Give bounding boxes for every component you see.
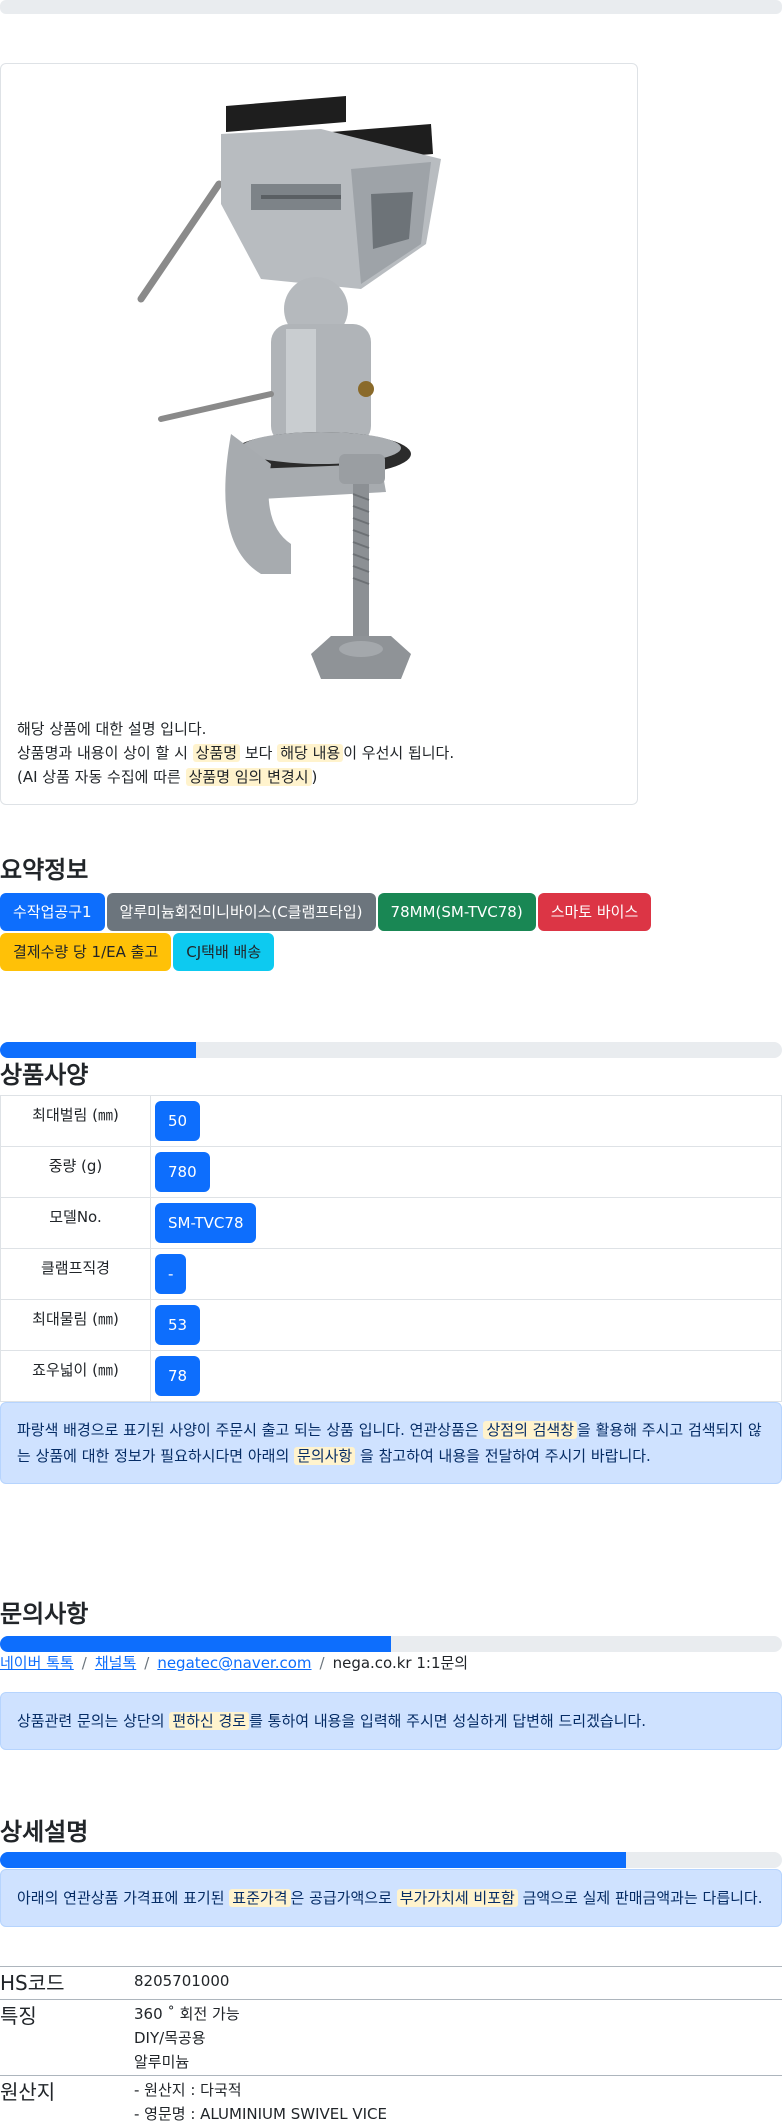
highlight: 편하신 경로 — [169, 1712, 250, 1730]
progress-fill — [0, 1636, 391, 1652]
site-inquiry-text: nega.co.kr 1:1문의 — [332, 1654, 469, 1672]
origin-label: 원산지 — [0, 2080, 56, 2104]
summary-badge: 스마토 바이스 — [537, 893, 652, 931]
spec-value: 780 — [155, 1152, 210, 1192]
progress-fill — [0, 1852, 626, 1868]
table-row: 모델No. SM-TVC78 — [0, 1197, 782, 1249]
detail-progress-bar — [0, 1852, 782, 1868]
hs-code-value: 8205701000 — [134, 1972, 230, 1990]
table-row: 최대물림 (㎜) 53 — [0, 1299, 782, 1351]
product-description: 해당 상품에 대한 설명 입니다. 상품명과 내용이 상이 할 시 상품명 보다… — [17, 717, 454, 789]
summary-badge: 78MM(SM-TVC78) — [377, 893, 536, 931]
inquiry-notice: 상품관련 문의는 상단의 편하신 경로 를 통하여 내용을 입력해 주시면 성실하… — [0, 1692, 782, 1750]
highlight: 상점의 검색창 — [483, 1421, 578, 1439]
spec-value: 53 — [155, 1305, 201, 1345]
spec-key: 최대벌림 (㎜) — [0, 1095, 151, 1147]
origin-list: - 원산지 : 다국적 - 영문명 : ALUMINIUM SWIVEL VIC… — [134, 2078, 387, 2126]
product-image — [137, 96, 441, 679]
top-progress-bar — [0, 0, 782, 14]
spec-key: 클램프직경 — [0, 1248, 151, 1300]
table-row: 중량 (g) 780 — [0, 1146, 782, 1198]
hs-code-label: HS코드 — [0, 1971, 65, 1995]
spec-table: 최대벌림 (㎜) 50 중량 (g) 780 모델No. SM-TVC78 클램프직경… — [0, 1095, 782, 1402]
highlight: 해당 내용 — [277, 744, 344, 762]
highlight: 표준가격 — [229, 1889, 291, 1907]
summary-badges: 수작업공구1 알루미늄회전미니바이스(C클램프타입) 78MM(SM-TVC78… — [0, 893, 700, 971]
table-row: 최대벌림 (㎜) 50 — [0, 1095, 782, 1147]
detail-notice: 아래의 연관상품 가격표에 표기된 표준가격 은 공급가액으로 부가가치세 비포함… — [0, 1869, 782, 1927]
email-link[interactable]: negatec@naver.com — [157, 1654, 311, 1672]
spec-value: - — [155, 1254, 187, 1294]
feature-label: 특징 — [0, 2004, 37, 2028]
spec-key: 중량 (g) — [0, 1146, 151, 1198]
summary-badge: CJ택배 배송 — [173, 933, 275, 971]
highlight: 상품명 — [192, 744, 241, 762]
channel-talk-link[interactable]: 채널톡 — [95, 1654, 136, 1672]
summary-badge: 수작업공구1 — [0, 893, 105, 931]
list-item: DIY/목공용 — [134, 2029, 206, 2047]
feature-list: 360 ˚ 회전 가능 DIY/목공용 알루미늄 — [134, 2002, 240, 2074]
summary-badge: 알루미늄회전미니바이스(C클램프타입) — [106, 893, 376, 931]
summary-badge: 결제수량 당 1/EA 출고 — [0, 933, 172, 971]
inquiry-links: 네이버 톡톡 / 채널톡 / negatec@naver.com / nega.co.kr … — [0, 1654, 469, 1672]
spec-value: SM-TVC78 — [155, 1203, 257, 1243]
spec-progress-bar — [0, 1042, 782, 1058]
table-row: 클램프직경 - — [0, 1248, 782, 1300]
highlight: 상품명 임의 변경시 — [185, 768, 312, 786]
inquiry-progress-bar — [0, 1636, 782, 1652]
desc-line-1: 해당 상품에 대한 설명 입니다. — [17, 720, 207, 738]
summary-title: 요약정보 — [0, 856, 89, 884]
product-card: 해당 상품에 대한 설명 입니다. 상품명과 내용이 상이 할 시 상품명 보다… — [0, 63, 638, 805]
highlight: 문의사항 — [294, 1447, 356, 1465]
list-item: 알루미늄 — [134, 2053, 190, 2071]
highlight: 부가가치세 비포함 — [396, 1889, 518, 1907]
hs-code-row: HS코드 8205701000 — [0, 1966, 782, 1999]
feature-row: 특징 360 ˚ 회전 가능 DIY/목공용 알루미늄 — [0, 1999, 782, 2076]
list-item: 360 ˚ 회전 가능 — [134, 2005, 240, 2023]
origin-row: 원산지 - 원산지 : 다국적 - 영문명 : ALUMINIUM SWIVEL… — [0, 2075, 782, 2124]
spec-title: 상품사양 — [0, 1061, 89, 1089]
spec-key: 최대물림 (㎜) — [0, 1299, 151, 1351]
spec-value: 78 — [155, 1356, 201, 1396]
desc-line-2: 상품명과 내용이 상이 할 시 상품명 보다 해당 내용 이 우선시 됩니다. — [17, 744, 455, 762]
list-item: - 원산지 : 다국적 — [134, 2081, 242, 2099]
spec-value: 50 — [155, 1101, 201, 1141]
spec-key: 모델No. — [0, 1197, 151, 1249]
spec-key: 죠우넓이 (㎜) — [0, 1350, 151, 1402]
desc-line-3: (AI 상품 자동 수집에 따른 상품명 임의 변경시) — [17, 768, 318, 786]
naver-talk-link[interactable]: 네이버 톡톡 — [0, 1654, 74, 1672]
inquiry-title: 문의사항 — [0, 1600, 89, 1628]
table-row: 죠우넓이 (㎜) 78 — [0, 1350, 782, 1402]
detail-title: 상세설명 — [0, 1818, 89, 1846]
spec-notice: 파랑색 배경으로 표기된 사양이 주문시 출고 되는 상품 입니다. 연관상품은… — [0, 1402, 782, 1484]
list-item: - 영문명 : ALUMINIUM SWIVEL VICE — [134, 2105, 387, 2123]
